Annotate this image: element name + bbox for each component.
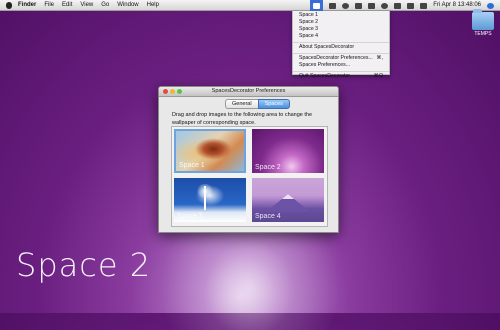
menu-item-spaces-preferences[interactable]: Spaces Preferences... [293, 62, 389, 69]
spaces-dropdown-menu: Space 1 Space 2 Space 3 Space 4 About Sp… [292, 11, 390, 79]
menu-item-preferences[interactable]: SpacesDecorator Preferences... ⌘, [293, 55, 389, 62]
preferences-window: SpacesDecorator Preferences General Spac… [158, 86, 339, 233]
apple-menu-icon[interactable] [6, 2, 12, 9]
menu-left: Finder File Edit View Go Window Help [18, 0, 159, 11]
menu-item-space-1[interactable]: Space 1 [293, 12, 389, 19]
menu-item-space-4[interactable]: Space 4 [293, 33, 389, 40]
menu-app-finder[interactable]: Finder [18, 0, 36, 11]
menu-item-quit-label: Quit SpacesDecorator [299, 73, 351, 79]
volume-icon[interactable] [394, 2, 402, 9]
space-tile-label: Space 1 [179, 162, 205, 169]
menu-separator [293, 52, 389, 54]
folder-label[interactable]: TEMPS [466, 31, 500, 37]
tab-spaces[interactable]: Spaces [257, 99, 290, 109]
window-controls [163, 89, 182, 94]
status-icon[interactable] [329, 2, 337, 9]
close-button[interactable] [163, 89, 168, 94]
menu-item-space-2[interactable]: Space 2 [293, 19, 389, 26]
clock-status-icon[interactable] [342, 2, 350, 9]
menu-bar: Finder File Edit View Go Window Help Fri… [0, 0, 500, 11]
tab-bar: General Spaces [225, 99, 290, 109]
mountain-snowcap-image [282, 194, 294, 199]
menu-help[interactable]: Help [147, 0, 159, 11]
space-tile-3[interactable]: Space 3 [174, 178, 246, 222]
folder-icon[interactable] [472, 9, 494, 30]
preferences-shortcut: ⌘, [376, 55, 383, 61]
tab-general[interactable]: General [225, 99, 258, 109]
menu-separator [293, 41, 389, 43]
minimize-button[interactable] [170, 89, 175, 94]
space-tile-label: Space 4 [255, 213, 281, 220]
quit-shortcut: ⌘Q [373, 73, 383, 79]
menu-edit[interactable]: Edit [62, 0, 72, 11]
menu-extras: Fri Apr 8 13:48:06 [310, 0, 494, 11]
space-tile-1[interactable]: Space 1 [174, 129, 246, 173]
tree-trunk-image [204, 186, 206, 210]
current-space-label: Space 2 [16, 246, 152, 284]
menu-item-about[interactable]: About SpacesDecorator [293, 44, 389, 51]
bluetooth-icon[interactable] [368, 2, 376, 9]
menu-file[interactable]: File [44, 0, 54, 11]
flag-icon[interactable] [407, 2, 415, 9]
space-tile-2[interactable]: Space 2 [252, 129, 324, 173]
spaces-icon [313, 2, 321, 9]
space-tile-4[interactable]: Space 4 [252, 178, 324, 222]
wifi-icon[interactable] [381, 2, 389, 9]
sync-icon[interactable] [355, 2, 363, 9]
menu-separator [293, 70, 389, 72]
zoom-button[interactable] [177, 89, 182, 94]
menu-go[interactable]: Go [101, 0, 109, 11]
menu-window[interactable]: Window [117, 0, 138, 11]
spaces-drop-area[interactable]: Space 1 Space 2 Space 3 Space 4 [171, 126, 328, 227]
window-title: SpacesDecorator Preferences [211, 88, 286, 94]
space-tile-label: Space 2 [255, 164, 281, 171]
spotlight-icon[interactable] [487, 2, 494, 9]
spaces-decorator-menu[interactable] [310, 0, 324, 11]
menu-item-quit[interactable]: Quit SpacesDecorator ⌘Q [293, 73, 389, 80]
window-titlebar[interactable]: SpacesDecorator Preferences [159, 87, 338, 97]
menu-item-space-3[interactable]: Space 3 [293, 26, 389, 33]
menu-view[interactable]: View [80, 0, 93, 11]
menu-item-preferences-label: SpacesDecorator Preferences... [299, 55, 373, 61]
space-tile-label: Space 3 [177, 213, 203, 220]
battery-icon[interactable] [420, 2, 428, 9]
instructions-text: Drag and drop images to the following ar… [172, 112, 313, 126]
